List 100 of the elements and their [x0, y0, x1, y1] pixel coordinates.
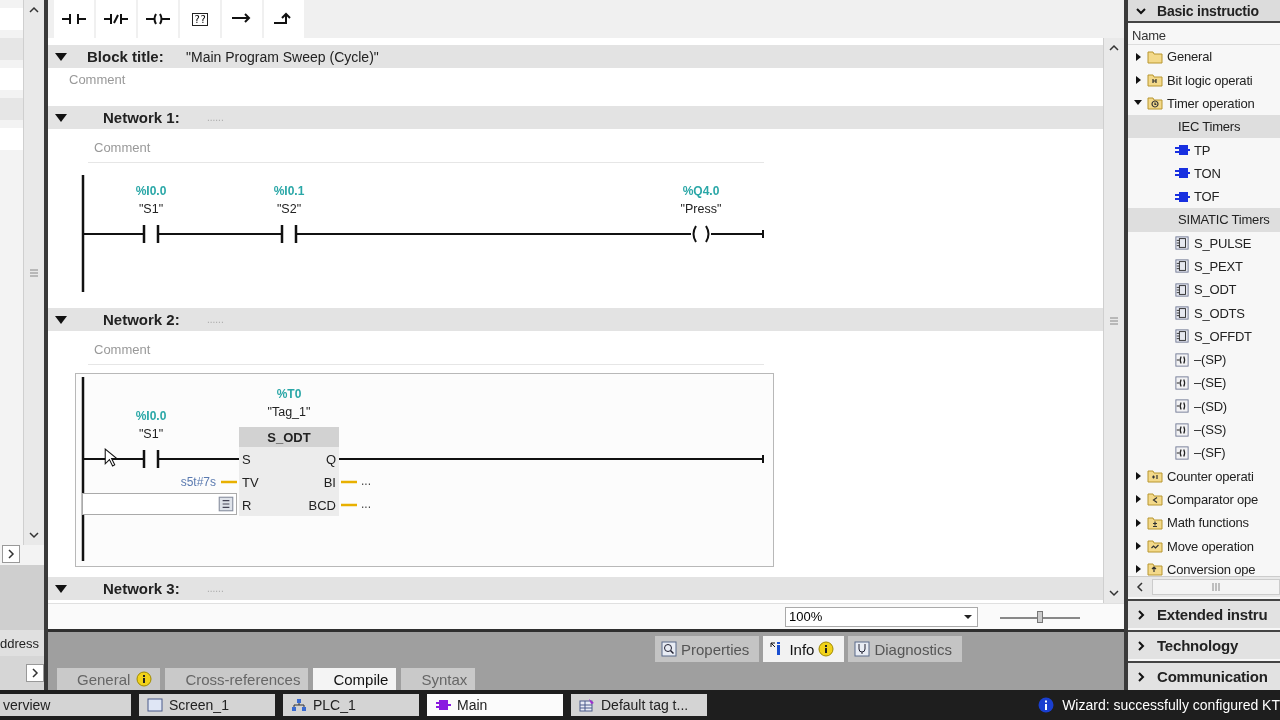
- expand-arrow-icon[interactable]: [1134, 76, 1142, 85]
- instruction-item[interactable]: S_PEXT: [1194, 259, 1243, 274]
- operand-tag[interactable]: "S1": [138, 202, 164, 216]
- close-branch-button[interactable]: [264, 0, 304, 38]
- editor-tab[interactable]: Main: [427, 694, 563, 716]
- scrollbar[interactable]: [23, 0, 44, 545]
- scrollbar-grip-icon[interactable]: [1110, 316, 1118, 325]
- collapse-icon[interactable]: [55, 584, 67, 593]
- expand-arrow-icon[interactable]: [1134, 518, 1142, 527]
- operand-tag[interactable]: "Press": [680, 202, 722, 216]
- inspector-subtab[interactable]: Compile: [313, 668, 397, 690]
- collapse-icon[interactable]: [55, 315, 67, 324]
- contact-symbol[interactable]: [280, 223, 298, 245]
- zoom-slider[interactable]: [1000, 610, 1080, 623]
- instruction-item[interactable]: Comparator ope: [1167, 491, 1259, 507]
- scrollbar-grip-icon[interactable]: [1212, 583, 1220, 592]
- slider-thumb[interactable]: [1037, 610, 1043, 623]
- folder-icon: [1147, 73, 1163, 88]
- closed-contact-icon: [103, 12, 129, 26]
- expand-arrow-icon[interactable]: [1134, 495, 1142, 504]
- box-instruction-icon: [1174, 236, 1190, 251]
- empty-box-button[interactable]: ??: [180, 0, 220, 38]
- palette-section[interactable]: Technology: [1128, 630, 1280, 660]
- instruction-item[interactable]: –(SS): [1194, 422, 1227, 438]
- scrollbar[interactable]: [1103, 38, 1124, 603]
- palette-section[interactable]: Extended instru: [1128, 599, 1280, 629]
- instruction-item[interactable]: S_ODTS: [1194, 305, 1245, 321]
- collapse-icon[interactable]: [55, 113, 67, 122]
- column-header: ddress: [0, 630, 44, 656]
- expand-icon[interactable]: [26, 664, 44, 682]
- editor-tab[interactable]: verview: [0, 694, 131, 716]
- table-icon: [579, 698, 595, 712]
- timer-block[interactable]: S_ODT S TV R Q BI BCD: [239, 427, 339, 516]
- info-icon: [1038, 697, 1055, 713]
- instruction-item[interactable]: Counter operati: [1167, 468, 1254, 484]
- contact-symbol[interactable]: [142, 223, 160, 245]
- instruction-item[interactable]: Timer operation: [1167, 95, 1255, 111]
- instruction-item[interactable]: –(SD): [1194, 398, 1227, 414]
- instruction-item[interactable]: Conversion ope: [1167, 561, 1256, 577]
- contact-icon: [61, 12, 87, 26]
- instruction-item[interactable]: –(SF): [1194, 445, 1226, 461]
- expand-arrow-icon[interactable]: [1134, 472, 1142, 481]
- coil-instruction-icon: [1174, 422, 1190, 437]
- inspector-subtab[interactable]: General: [57, 668, 161, 690]
- expand-arrow-icon[interactable]: [1134, 565, 1142, 574]
- list-icon[interactable]: [217, 495, 235, 513]
- open-branch-button[interactable]: [222, 0, 262, 38]
- operand-address: %T0: [276, 387, 302, 401]
- network-label: Network 2:: [103, 311, 181, 328]
- collapse-icon[interactable]: [55, 52, 67, 61]
- pin-value[interactable]: ...: [361, 497, 371, 511]
- instruction-item[interactable]: TOF: [1194, 189, 1220, 205]
- status-message: Wizard: successfully configured KT: [1062, 697, 1280, 713]
- scroll-up-icon[interactable]: [1108, 44, 1120, 52]
- inspector-tab[interactable]: Properties: [655, 636, 760, 662]
- palette-header[interactable]: Basic instructio: [1128, 0, 1280, 24]
- operand-tag[interactable]: "S2": [276, 202, 302, 216]
- contact-symbol[interactable]: [142, 448, 160, 470]
- scroll-down-icon[interactable]: [28, 531, 40, 539]
- expand-arrow-icon[interactable]: [1134, 542, 1142, 551]
- instruction-item[interactable]: Math functions: [1167, 515, 1249, 531]
- operand-tag[interactable]: "S1": [138, 427, 164, 441]
- expand-arrow-icon[interactable]: [1134, 52, 1142, 61]
- operand-input-field[interactable]: [82, 493, 237, 515]
- instruction-item[interactable]: –(SE): [1194, 375, 1227, 391]
- inspector-tab[interactable]: Info: [763, 636, 845, 662]
- block-title[interactable]: "Main Program Sweep (Cycle)": [186, 48, 379, 65]
- inspector-subtab[interactable]: Cross-references: [165, 668, 309, 690]
- instruction-item[interactable]: –(SP): [1194, 352, 1227, 368]
- editor-tab[interactable]: PLC_1: [283, 694, 419, 716]
- pin-value[interactable]: s5t#7s: [180, 475, 216, 489]
- pin-value[interactable]: ...: [361, 474, 371, 488]
- instruction-item[interactable]: TON: [1194, 165, 1221, 181]
- instruction-item[interactable]: S_OFFDT: [1194, 328, 1252, 344]
- inspector-subtab[interactable]: Syntax: [401, 668, 476, 690]
- nc-contact-button[interactable]: [96, 0, 136, 38]
- no-contact-button[interactable]: [54, 0, 94, 38]
- scroll-down-icon[interactable]: [1108, 589, 1120, 597]
- instruction-item[interactable]: S_PULSE: [1194, 235, 1252, 251]
- scroll-left-icon[interactable]: [1136, 581, 1144, 594]
- expand-icon[interactable]: [2, 545, 20, 563]
- function-block-icon: [1174, 166, 1190, 181]
- editor-tab[interactable]: Screen_1: [139, 694, 275, 716]
- operand-tag[interactable]: "Tag_1": [267, 405, 311, 419]
- inspector-tab[interactable]: Diagnostics: [848, 636, 962, 662]
- instruction-item[interactable]: Move operation: [1167, 538, 1254, 554]
- block-name: S_ODT: [267, 430, 311, 445]
- palette-section[interactable]: Communication: [1128, 661, 1280, 690]
- instruction-item[interactable]: TP: [1194, 142, 1211, 158]
- coil-button[interactable]: [138, 0, 178, 38]
- output-pin-label: Q: [325, 452, 336, 467]
- scrollbar-grip-icon[interactable]: [30, 268, 38, 277]
- zoom-dropdown[interactable]: 100%: [785, 606, 978, 627]
- coil-symbol[interactable]: [692, 225, 710, 243]
- instruction-item[interactable]: S_ODT: [1194, 282, 1237, 298]
- network-label: Network 3:: [103, 580, 181, 597]
- instruction-item[interactable]: General: [1167, 49, 1212, 65]
- editor-tab[interactable]: Default tag t...: [571, 694, 707, 716]
- instruction-item[interactable]: Bit logic operati: [1167, 72, 1253, 88]
- scroll-up-icon[interactable]: [28, 6, 40, 14]
